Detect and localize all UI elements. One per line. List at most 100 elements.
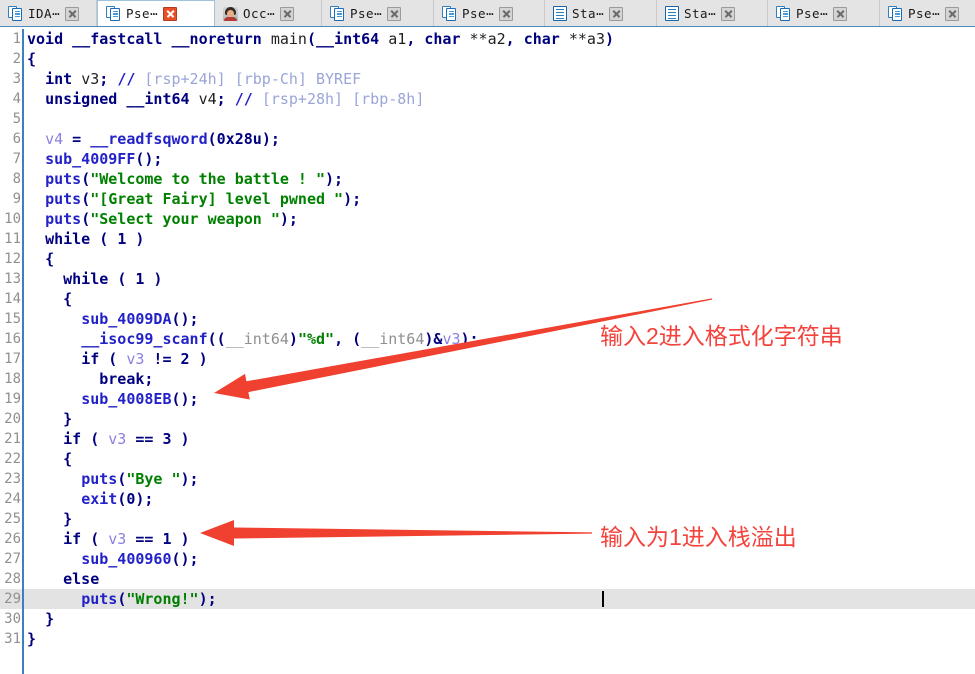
code-line[interactable]: 29 puts("Wrong!"); [0,589,975,609]
code-text[interactable]: puts("Wrong!"); [24,589,975,609]
code-line[interactable]: 11 while ( 1 ) [0,229,975,249]
code-line[interactable]: 18 break; [0,369,975,389]
tab-2[interactable]: Occ⋯ [215,0,322,26]
close-icon[interactable] [163,6,178,21]
code-text[interactable]: sub_4009FF(); [24,149,975,169]
tab-1[interactable]: Pse⋯ [97,0,215,26]
tab-8[interactable]: Pse⋯ [880,0,975,26]
gutter-tail [22,649,24,674]
code-text[interactable]: while ( 1 ) [24,269,975,289]
close-icon[interactable] [609,6,624,21]
code-line[interactable]: 10 puts("Select your weapon "); [0,209,975,229]
token: ; [99,70,118,88]
code-line[interactable]: 31} [0,629,975,649]
code-text[interactable]: puts("[Great Fairy] level pwned "); [24,189,975,209]
code-line[interactable]: 22 { [0,449,975,469]
code-line[interactable]: 20 } [0,409,975,429]
code-line[interactable]: 13 while ( 1 ) [0,269,975,289]
code-text[interactable]: unsigned __int64 v4; // [rsp+28h] [rbp-8… [24,89,975,109]
code-line[interactable]: 17 if ( v3 != 2 ) [0,349,975,369]
close-icon[interactable] [833,6,848,21]
code-text[interactable]: exit(0); [24,489,975,509]
code-text[interactable]: } [24,629,975,649]
code-text[interactable]: puts("Select your weapon "); [24,209,975,229]
code-text[interactable]: int v3; // [rsp+24h] [rbp-Ch] BYREF [24,69,975,89]
code-text[interactable]: if ( v3 != 2 ) [24,349,975,369]
code-text[interactable]: break; [24,369,975,389]
tab-4[interactable]: Pse⋯ [434,0,545,26]
code-line[interactable]: 5 [0,109,975,129]
tab-6[interactable]: Sta⋯ [657,0,768,26]
code-line[interactable]: 21 if ( v3 == 3 ) [0,429,975,449]
tab-7[interactable]: Pse⋯ [768,0,880,26]
token: ( [117,590,127,608]
close-icon[interactable] [945,6,960,21]
line-number: 26 [4,531,21,547]
token: puts [81,470,118,488]
code-line[interactable]: 7 sub_4009FF(); [0,149,975,169]
code-line[interactable]: 2{ [0,49,975,69]
code-text[interactable]: puts("Welcome to the battle ! "); [24,169,975,189]
token: ); [180,470,199,488]
line-number: 4 [12,91,21,107]
token: ) [144,270,163,288]
code-text[interactable]: puts("Bye "); [24,469,975,489]
token: char [424,30,470,48]
code-line[interactable]: 14 { [0,289,975,309]
code-line[interactable]: 30 } [0,609,975,629]
code-line[interactable]: 3 int v3; // [rsp+24h] [rbp-Ch] BYREF [0,69,975,89]
code-text[interactable]: } [24,609,975,629]
code-text[interactable]: } [24,409,975,429]
tab-0[interactable]: IDA⋯ [0,0,97,26]
token: sub_4009FF [45,150,136,168]
code-text[interactable]: v4 = __readfsqword(0x28u); [24,129,975,149]
code-line[interactable]: 4 unsigned __int64 v4; // [rsp+28h] [rbp… [0,89,975,109]
token: __int64 [225,330,289,348]
code-text[interactable]: { [24,249,975,269]
token: sub_400960 [81,550,172,568]
tab-3[interactable]: Pse⋯ [322,0,434,26]
close-icon[interactable] [65,6,80,21]
token: { [63,450,73,468]
code-line[interactable]: 9 puts("[Great Fairy] level pwned "); [0,189,975,209]
token: unsigned __int64 [45,90,199,108]
code-line[interactable]: 24 exit(0); [0,489,975,509]
code-line[interactable]: 23 puts("Bye "); [0,469,975,489]
code-line[interactable]: 8 puts("Welcome to the battle ! "); [0,169,975,189]
code-line[interactable]: 28 else [0,569,975,589]
token: puts [45,170,82,188]
close-icon[interactable] [721,6,736,21]
token: != [144,350,181,368]
code-text[interactable]: else [24,569,975,589]
token: )& [424,330,443,348]
code-text[interactable]: if ( v3 == 3 ) [24,429,975,449]
code-line[interactable]: 19 sub_4008EB(); [0,389,975,409]
code-line[interactable]: 6 v4 = __readfsqword(0x28u); [0,129,975,149]
code-line[interactable]: 12 { [0,249,975,269]
code-text[interactable]: { [24,289,975,309]
code-text[interactable]: while ( 1 ) [24,229,975,249]
close-icon[interactable] [387,6,402,21]
line-number: 15 [4,311,21,327]
tab-5[interactable]: Sta⋯ [545,0,657,26]
close-icon[interactable] [280,6,295,21]
close-icon[interactable] [499,6,514,21]
code-text[interactable]: sub_4008EB(); [24,389,975,409]
token: while [63,270,118,288]
code-text[interactable]: { [24,449,975,469]
code-text[interactable]: void __fastcall __noreturn main(__int64 … [24,29,975,49]
code-text[interactable] [24,109,975,129]
token: ; [216,90,235,108]
code-line[interactable]: 1 void __fastcall __noreturn main(__int64… [0,29,975,49]
token: **a3 [568,30,605,48]
code-text[interactable]: { [24,49,975,69]
